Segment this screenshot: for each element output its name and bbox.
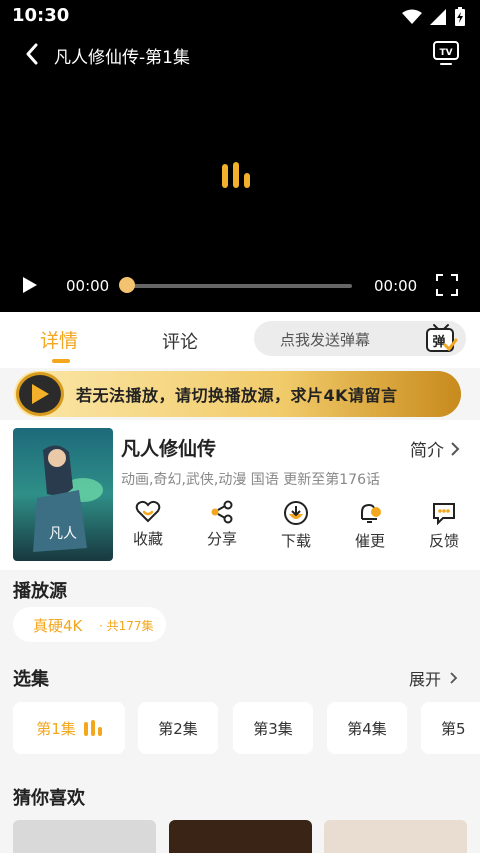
cast-tv-button[interactable]: TV bbox=[432, 40, 460, 70]
loading-indicator bbox=[222, 162, 250, 188]
episode-label: 第5 bbox=[441, 719, 466, 738]
show-poster[interactable]: 凡人 bbox=[13, 428, 113, 561]
status-bar: 10:30 bbox=[0, 0, 480, 34]
expand-button[interactable]: 展开 bbox=[409, 666, 458, 690]
back-button[interactable] bbox=[16, 38, 48, 70]
intro-label: 简介 bbox=[410, 441, 444, 461]
player-topbar: 凡人修仙传-第1集 TV bbox=[0, 34, 480, 74]
favorite-label: 收藏 bbox=[132, 530, 163, 548]
feedback-label: 反馈 bbox=[428, 532, 459, 550]
episode-item[interactable]: 第2集 bbox=[138, 702, 218, 754]
danmu-button[interactable]: 弹 bbox=[424, 323, 458, 359]
episodes-title: 选集 bbox=[13, 669, 49, 690]
source-title: 播放源 bbox=[13, 581, 67, 602]
share-label: 分享 bbox=[206, 530, 237, 548]
share-button[interactable]: 分享 bbox=[195, 500, 249, 551]
chevron-right-icon bbox=[450, 672, 458, 684]
recommend-card[interactable] bbox=[13, 820, 156, 853]
banner-text: 若无法播放，请切换播放源，求片4K请留言 bbox=[76, 386, 398, 405]
heart-icon bbox=[135, 500, 161, 523]
source-name: 真硬4K bbox=[33, 617, 83, 635]
episode-item[interactable]: 第3集 bbox=[233, 702, 313, 754]
action-row: 收藏 分享 下载 催更 反馈 bbox=[121, 500, 471, 551]
show-name: 凡人修仙传 bbox=[121, 438, 217, 460]
progress-handle[interactable] bbox=[119, 277, 135, 293]
recommend-list bbox=[13, 820, 480, 853]
play-icon bbox=[23, 277, 37, 293]
expand-label: 展开 bbox=[408, 670, 441, 689]
recommend-card[interactable] bbox=[169, 820, 312, 853]
tab-active-indicator bbox=[52, 359, 70, 363]
svg-text:TV: TV bbox=[439, 48, 452, 58]
screen: 10:30 凡人修仙传-第1集 TV 00:00 00:00 详情 评论 点我发… bbox=[0, 0, 480, 853]
tab-comment[interactable]: 评论 bbox=[162, 328, 198, 354]
tv-icon: TV bbox=[433, 41, 459, 65]
urge-update-button[interactable]: 催更 bbox=[343, 500, 397, 551]
play-button[interactable] bbox=[22, 276, 38, 298]
video-player[interactable]: 10:30 凡人修仙传-第1集 TV 00:00 00:00 bbox=[0, 0, 480, 312]
banner-play-icon bbox=[16, 372, 64, 416]
status-icons bbox=[402, 7, 466, 27]
episode-item[interactable]: 第4集 bbox=[327, 702, 407, 754]
intro-link[interactable]: 简介 bbox=[410, 436, 460, 461]
svg-text:凡人: 凡人 bbox=[49, 526, 77, 542]
episode-item[interactable]: 第5 bbox=[421, 702, 480, 754]
signal-icon bbox=[430, 9, 446, 25]
chevron-left-icon bbox=[26, 43, 38, 65]
tab-bar: 详情 评论 点我发送弹幕 弹 bbox=[0, 312, 480, 368]
danmu-input[interactable]: 点我发送弹幕 弹 bbox=[254, 321, 466, 356]
episode-list: 第1集 第2集 第3集 第4集 第5 bbox=[13, 702, 480, 754]
recommend-card[interactable] bbox=[324, 820, 467, 853]
bell-icon bbox=[361, 503, 381, 523]
source-count: · 共177集 bbox=[99, 619, 154, 633]
danmu-icon: 弹 bbox=[426, 324, 458, 352]
notice-banner[interactable]: 若无法播放，请切换播放源，求片4K请留言 bbox=[14, 371, 461, 417]
chevron-right-icon bbox=[451, 441, 460, 456]
recommend-title: 猜你喜欢 bbox=[13, 788, 85, 809]
feedback-icon bbox=[433, 503, 455, 526]
playing-bars-icon bbox=[83, 720, 102, 736]
danmu-icon-text: 弹 bbox=[432, 334, 445, 350]
tab-detail[interactable]: 详情 bbox=[40, 326, 78, 353]
feedback-button[interactable]: 反馈 bbox=[417, 500, 471, 551]
episode-label: 第4集 bbox=[347, 719, 387, 738]
show-info-card: 凡人 凡人修仙传 简介 动画,奇幻,武侠,动漫 国语 更新至第176话 收藏 分… bbox=[0, 420, 480, 570]
source-chip[interactable]: 真硬4K · 共177集 bbox=[13, 607, 166, 642]
video-title: 凡人修仙传-第1集 bbox=[54, 48, 190, 68]
episode-item[interactable]: 第1集 bbox=[13, 702, 125, 754]
battery-icon bbox=[455, 7, 465, 26]
download-icon bbox=[284, 501, 308, 525]
status-time: 10:30 bbox=[12, 5, 70, 26]
progress-track[interactable] bbox=[126, 284, 352, 288]
episode-label: 第1集 bbox=[36, 719, 76, 738]
share-icon bbox=[211, 500, 233, 524]
favorite-button[interactable]: 收藏 bbox=[121, 500, 175, 551]
download-button[interactable]: 下载 bbox=[269, 500, 323, 551]
wifi-icon bbox=[402, 9, 422, 24]
danmu-placeholder: 点我发送弹幕 bbox=[280, 331, 371, 349]
fullscreen-button[interactable] bbox=[436, 274, 458, 300]
player-controls: 00:00 00:00 bbox=[0, 268, 480, 304]
download-label: 下载 bbox=[280, 532, 311, 550]
fullscreen-icon bbox=[436, 274, 458, 296]
duration: 00:00 bbox=[374, 277, 418, 295]
episode-label: 第3集 bbox=[253, 719, 293, 738]
episode-label: 第2集 bbox=[158, 719, 198, 738]
current-time: 00:00 bbox=[66, 277, 110, 295]
show-meta: 动画,奇幻,武侠,动漫 国语 更新至第176话 bbox=[121, 472, 380, 488]
urge-update-label: 催更 bbox=[354, 532, 385, 550]
